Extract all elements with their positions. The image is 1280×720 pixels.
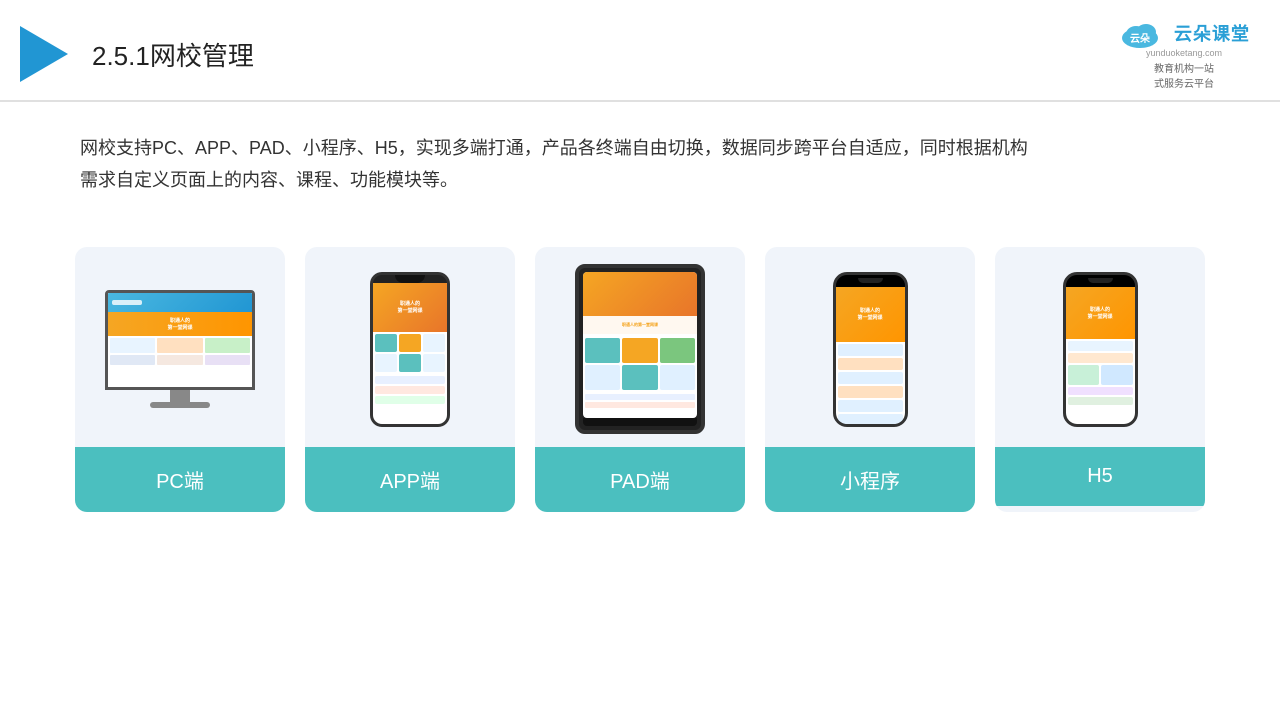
card-h5-label: H5 [995, 447, 1205, 506]
card-miniprogram-label: 小程序 [765, 447, 975, 512]
description-line1: 网校支持PC、APP、PAD、小程序、H5，实现多端打通，产品各终端自由切换，数… [80, 132, 1200, 164]
brand-icon-area: 云朵 云朵课堂 [1118, 18, 1250, 48]
card-pad-image: 职通人的第一堂网课 [535, 247, 745, 447]
card-h5-image: 职通人的第一堂网课 [995, 247, 1205, 447]
card-miniprogram: 职通人的第一堂网课 小程序 [765, 247, 975, 512]
brand-slogan: 教育机构一站 式服务云平台 [1154, 60, 1214, 90]
phone-notch [395, 275, 425, 283]
card-miniprogram-image: 职通人的第一堂网课 [765, 247, 975, 447]
svg-text:云朵: 云朵 [1130, 33, 1150, 45]
title-number: 2.5.1 [92, 41, 150, 71]
card-app-image: 职通人的第一堂网课 [305, 247, 515, 447]
page-title: 2.5.1网校管理 [92, 36, 254, 73]
tablet-screen: 职通人的第一堂网课 [583, 272, 697, 418]
brand-logo: 云朵 云朵课堂 yunduoketang.com 教育机构一站 式服务云平台 [1118, 18, 1250, 90]
brand-name: 云朵课堂 [1174, 20, 1250, 46]
card-h5: 职通人的第一堂网课 H5 [995, 247, 1205, 512]
h5-phone-icon: 职通人的第一堂网课 [1063, 272, 1138, 427]
miniprogram-phone-icon: 职通人的第一堂网课 [833, 272, 908, 427]
card-app-label: APP端 [305, 447, 515, 512]
description-line2: 需求自定义页面上的内容、课程、功能模块等。 [80, 164, 1200, 196]
card-pc-image: 职通人的第一堂网课 [75, 247, 285, 447]
card-pad-label: PAD端 [535, 447, 745, 512]
header-left: 2.5.1网校管理 [20, 26, 254, 82]
cloud-icon: 云朵 [1118, 18, 1168, 48]
card-app: 职通人的第一堂网课 [305, 247, 515, 512]
pad-tablet-icon: 职通人的第一堂网课 [575, 264, 705, 434]
header: 2.5.1网校管理 云朵 云朵课堂 yunduoketang.com 教育机构一… [0, 0, 1280, 102]
logo-triangle-icon [20, 26, 68, 82]
header-right: 云朵 云朵课堂 yunduoketang.com 教育机构一站 式服务云平台 [1118, 18, 1250, 90]
brand-url: yunduoketang.com [1146, 48, 1222, 58]
card-pc: 职通人的第一堂网课 PC端 [75, 247, 285, 512]
card-pad: 职通人的第一堂网课 [535, 247, 745, 512]
title-text: 网校管理 [150, 41, 254, 71]
pc-monitor-icon: 职通人的第一堂网课 [105, 290, 255, 408]
cards-container: 职通人的第一堂网课 PC端 [0, 217, 1280, 542]
card-pc-label: PC端 [75, 447, 285, 512]
app-phone-icon: 职通人的第一堂网课 [370, 272, 450, 427]
phone-screen: 职通人的第一堂网课 [373, 283, 447, 424]
description-section: 网校支持PC、APP、PAD、小程序、H5，实现多端打通，产品各终端自由切换，数… [0, 102, 1280, 207]
